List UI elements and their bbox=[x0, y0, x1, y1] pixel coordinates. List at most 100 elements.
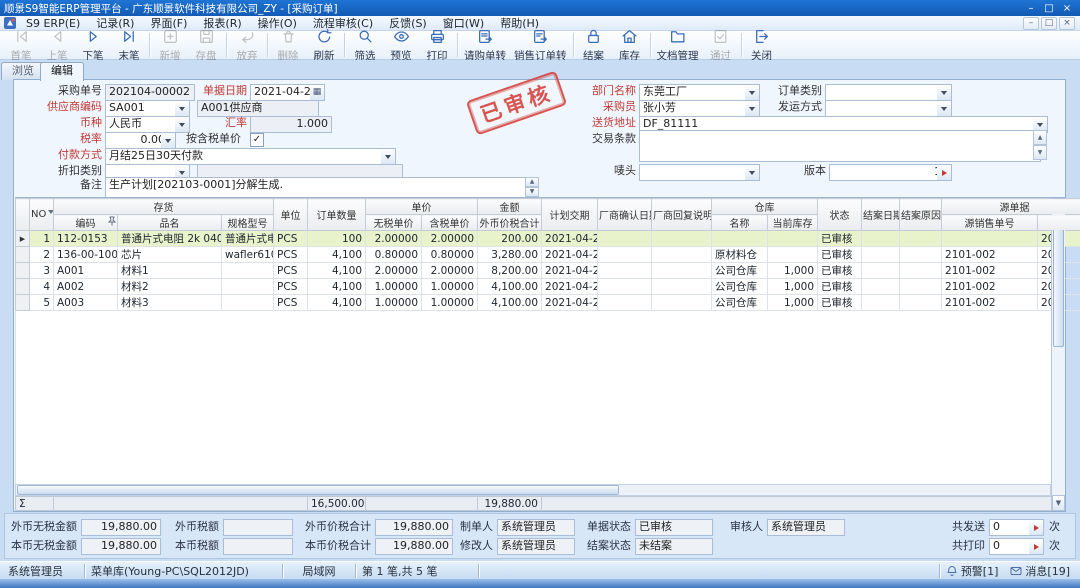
grid-cell[interactable] bbox=[222, 279, 274, 295]
toolbar-lock-button[interactable]: 结案 bbox=[576, 31, 612, 59]
grid-cell[interactable] bbox=[652, 231, 712, 247]
minimize-button[interactable]: – bbox=[1022, 3, 1040, 14]
shipping-mark-dropdown-icon[interactable] bbox=[745, 164, 760, 181]
toolbar-transfer-request-button[interactable]: 请购单转 bbox=[460, 31, 510, 59]
toolbar-next-button[interactable]: 下笔 bbox=[75, 31, 111, 59]
grid-cell[interactable]: 普通片式电阻 2k 0402 ±5% 1/16W bbox=[118, 231, 222, 247]
scroll-down-icon[interactable]: ▼ bbox=[1033, 145, 1047, 160]
currency-field[interactable]: 人民币 bbox=[105, 116, 183, 133]
grid-header-wh-name[interactable]: 名称 bbox=[712, 215, 768, 231]
trade-terms-field[interactable] bbox=[639, 130, 1041, 162]
grid-cell[interactable] bbox=[652, 279, 712, 295]
toolbar-inventory-button[interactable]: 库存 bbox=[612, 31, 648, 59]
trade-terms-scrollbar[interactable]: ▲▼ bbox=[1033, 130, 1047, 160]
grid-cell[interactable] bbox=[862, 247, 900, 263]
grid-header-close-date[interactable]: 结案日期 bbox=[862, 199, 900, 231]
grid-cell[interactable]: A001 bbox=[54, 263, 118, 279]
grid-cell[interactable]: 8,200.00 bbox=[478, 263, 542, 279]
grid-header-due-date[interactable]: 计划交期 bbox=[542, 199, 598, 231]
grid-cell[interactable]: 1.00000 bbox=[422, 279, 478, 295]
grid-cell[interactable] bbox=[900, 263, 942, 279]
grid-header-spec[interactable]: 规格型号 bbox=[222, 215, 274, 231]
grid-cell[interactable] bbox=[862, 263, 900, 279]
grid-cell[interactable]: PCS bbox=[274, 247, 308, 263]
scrollbar-thumb[interactable] bbox=[1053, 215, 1064, 347]
payment-method-field[interactable]: 月结25日30天付款 bbox=[105, 148, 389, 165]
grid-cell[interactable]: 材料2 bbox=[118, 279, 222, 295]
grid-cell[interactable]: 原材料仓 bbox=[712, 247, 768, 263]
grid-header-amount[interactable]: 外币价税合计 bbox=[478, 215, 542, 231]
grid-cell[interactable]: 4,100 bbox=[308, 247, 366, 263]
grid-header-unit[interactable]: 单位 bbox=[274, 199, 308, 231]
grid-cell[interactable]: 2101-002 bbox=[942, 279, 1038, 295]
grid-cell[interactable]: PCS bbox=[274, 295, 308, 311]
order-type-field[interactable] bbox=[825, 84, 945, 101]
buyer-dropdown-icon[interactable] bbox=[745, 100, 760, 117]
grid-cell[interactable] bbox=[598, 263, 652, 279]
grid-cell[interactable] bbox=[222, 263, 274, 279]
grid-cell[interactable]: 1.00000 bbox=[366, 295, 422, 311]
grid-cell[interactable]: 材料3 bbox=[118, 295, 222, 311]
tax-rate-dropdown-icon[interactable] bbox=[161, 132, 176, 149]
scroll-up-icon[interactable]: ▲ bbox=[1033, 130, 1047, 145]
grid-cell[interactable]: 0.80000 bbox=[366, 247, 422, 263]
grid-cell[interactable] bbox=[900, 247, 942, 263]
grid-cell[interactable] bbox=[942, 231, 1038, 247]
dept-field[interactable]: 东莞工厂 bbox=[639, 84, 753, 101]
grid-header-name[interactable]: 品名 bbox=[118, 215, 222, 231]
grid-cell[interactable]: 公司仓库 bbox=[712, 263, 768, 279]
pin-icon[interactable] bbox=[108, 216, 116, 229]
calendar-icon[interactable] bbox=[310, 84, 325, 101]
grid-row[interactable]: ▶1112-0153普通片式电阻 2k 0402 ±5% 1/16W普通片式电阻… bbox=[16, 231, 1080, 247]
scroll-down-icon[interactable]: ▼ bbox=[525, 187, 539, 197]
grid-header-qty[interactable]: 订单数量 bbox=[308, 199, 366, 231]
grid-cell[interactable] bbox=[652, 263, 712, 279]
payment-method-dropdown-icon[interactable] bbox=[381, 148, 396, 165]
remarks-scrollbar[interactable]: ▲▼ bbox=[525, 177, 539, 196]
tax-included-checkbox[interactable]: ✓ bbox=[250, 133, 264, 147]
grid-cell[interactable]: 4 bbox=[30, 279, 54, 295]
tab-edit[interactable]: 编辑 bbox=[40, 62, 84, 81]
buyer-field[interactable]: 张小芳 bbox=[639, 100, 753, 117]
grid-header-price-ex[interactable]: 无税单价 bbox=[366, 215, 422, 231]
grid-cell[interactable]: 3,280.00 bbox=[478, 247, 542, 263]
grid-cell[interactable]: 2.00000 bbox=[422, 231, 478, 247]
grid-cell[interactable]: 2.00000 bbox=[366, 231, 422, 247]
grid-horizontal-scrollbar[interactable] bbox=[15, 484, 1051, 496]
grid-cell[interactable]: 1.00000 bbox=[422, 295, 478, 311]
menu-item[interactable]: 操作(O) bbox=[250, 16, 305, 31]
grid-cell[interactable]: 2021-04-24 bbox=[542, 231, 598, 247]
order-type-dropdown-icon[interactable] bbox=[937, 84, 952, 101]
mdi-minimize-button[interactable]: – bbox=[1023, 17, 1039, 30]
scrollbar-thumb[interactable] bbox=[17, 485, 619, 495]
toolbar-documents-button[interactable]: 文档管理 bbox=[653, 31, 703, 59]
grid-cell[interactable] bbox=[862, 279, 900, 295]
grid-cell[interactable] bbox=[768, 247, 818, 263]
grid-cell[interactable]: 136-00-100 bbox=[54, 247, 118, 263]
grid-cell[interactable]: 已审核 bbox=[818, 247, 862, 263]
grid-cell[interactable]: 2101-002 bbox=[942, 263, 1038, 279]
grid-header-close-reason[interactable]: 结案原因 bbox=[900, 199, 942, 231]
grid-cell[interactable]: 普通片式电阻... bbox=[222, 231, 274, 247]
grid-row[interactable]: 4A002材料2PCS4,1001.000001.000004,100.0020… bbox=[16, 279, 1080, 295]
grid-cell[interactable]: 2021-04-24 bbox=[542, 263, 598, 279]
grid-row[interactable]: 5A003材料3PCS4,1001.000001.000004,100.0020… bbox=[16, 295, 1080, 311]
grid-cell[interactable]: 2.00000 bbox=[366, 263, 422, 279]
close-button[interactable]: × bbox=[1058, 3, 1076, 14]
grid-cell[interactable]: 1,000 bbox=[768, 295, 818, 311]
grid-cell[interactable]: 112-0153 bbox=[54, 231, 118, 247]
grid-cell[interactable] bbox=[900, 231, 942, 247]
grid-cell[interactable]: 4,100.00 bbox=[478, 279, 542, 295]
grid-cell[interactable]: 4,100 bbox=[308, 295, 366, 311]
grid-header-vendor-reply[interactable]: 厂商回复说明 bbox=[652, 199, 712, 231]
tax-rate-field[interactable]: 0.00 bbox=[105, 132, 169, 149]
grid-cell[interactable]: wafler610 bbox=[222, 247, 274, 263]
grid-cell[interactable]: 2021-04-24 bbox=[542, 295, 598, 311]
ship-method-field[interactable] bbox=[825, 100, 945, 117]
version-spinner-icon[interactable] bbox=[937, 164, 952, 181]
grid-cell[interactable]: 1 bbox=[30, 231, 54, 247]
grid-cell[interactable]: 2.00000 bbox=[422, 263, 478, 279]
shipping-mark-field[interactable] bbox=[639, 164, 753, 181]
grid-cell[interactable]: 1.00000 bbox=[366, 279, 422, 295]
grid-cell[interactable]: A002 bbox=[54, 279, 118, 295]
